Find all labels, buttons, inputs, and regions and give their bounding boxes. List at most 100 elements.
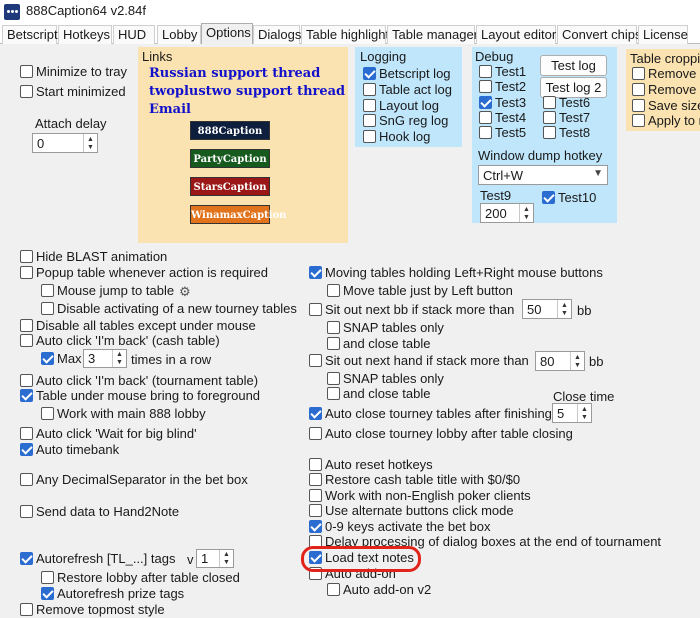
sit-out-bb-checkbox[interactable]: Sit out next bb if stack more than — [309, 303, 514, 318]
save-size-checkbox[interactable]: Save size — [632, 99, 700, 114]
test3-checkbox[interactable]: Test3 — [479, 96, 534, 111]
tab-options[interactable]: Options — [201, 23, 253, 45]
betscript-log-checkbox[interactable]: Betscript log — [363, 67, 458, 82]
snap-tables-only-2-checkbox[interactable]: SNAP tables only — [327, 372, 447, 387]
close-time-label: Close time — [553, 389, 615, 404]
alternate-buttons-checkbox[interactable]: Use alternate buttons click mode — [309, 504, 514, 519]
tab-table-highlight[interactable]: Table highlight — [301, 25, 389, 44]
debug-title: Debug — [475, 49, 514, 64]
mouse-jump-checkbox[interactable]: Mouse jump to table — [41, 284, 176, 299]
table-under-mouse-checkbox[interactable]: Table under mouse bring to foreground — [20, 389, 260, 404]
auto-im-back-cash-checkbox[interactable]: Auto click 'I'm back' (cash table) — [20, 334, 245, 349]
tab-dialogs[interactable]: Dialogs — [253, 25, 301, 44]
minimize-to-tray-checkbox[interactable]: Minimize to tray — [20, 65, 135, 80]
hook-log-checkbox[interactable]: Hook log — [363, 130, 458, 145]
starscaption-logo[interactable]: StarsCaption — [190, 177, 270, 196]
work-with-main-lobby-checkbox[interactable]: Work with main 888 lobby — [41, 407, 206, 422]
disable-all-tables-checkbox[interactable]: Disable all tables except under mouse — [20, 319, 256, 334]
max-spinner[interactable]: 3 ▲ ▼ — [83, 349, 127, 368]
links-panel: Links Russian support thread twoplustwo … — [138, 47, 348, 243]
remove-t-checkbox-1[interactable]: Remove t — [632, 67, 700, 82]
remove-t-checkbox-2[interactable]: Remove t — [632, 83, 700, 98]
max-checkbox[interactable]: Max — [41, 352, 83, 367]
close-table-2-checkbox[interactable]: and close table — [327, 387, 437, 402]
test5-checkbox[interactable]: Test5 — [479, 126, 534, 141]
autorefresh-tags-checkbox[interactable]: Autorefresh [TL_...] tags — [20, 552, 180, 567]
auto-close-tourney-lobby-checkbox[interactable]: Auto close tourney lobby after table clo… — [309, 427, 573, 442]
v-label: v — [187, 552, 194, 567]
keys-0-9-checkbox[interactable]: 0-9 keys activate the bet box — [309, 520, 490, 535]
times-in-row-label: times in a row — [131, 352, 212, 367]
sit-out-bb-spinner[interactable]: 50 ▲ ▼ — [522, 299, 572, 319]
close-time-spinner[interactable]: 5 ▲ ▼ — [552, 403, 592, 423]
sit-out-hand-checkbox[interactable]: Sit out next hand if stack more than — [309, 354, 531, 369]
tab-hotkeys[interactable]: Hotkeys — [58, 25, 112, 44]
test9-spinner[interactable]: 200 ▲ ▼ — [480, 203, 534, 223]
tab-lobby[interactable]: Lobby — [157, 25, 201, 44]
tab-license[interactable]: License — [638, 25, 688, 44]
tab-table-manager[interactable]: Table manager — [387, 25, 478, 44]
tab-bar: Betscript Hotkeys HUD Lobby Options Dial… — [0, 23, 700, 45]
russian-support-link[interactable]: Russian support thread — [149, 66, 320, 81]
restore-lobby-checkbox[interactable]: Restore lobby after table closed — [41, 571, 240, 586]
layout-log-checkbox[interactable]: Layout log — [363, 99, 458, 114]
partycaption-logo[interactable]: PartyCaption — [190, 149, 270, 168]
tab-layout-editor[interactable]: Layout editor — [476, 25, 556, 44]
gear-icon[interactable]: ⚙ — [179, 284, 191, 300]
test6-checkbox[interactable]: Test6 — [543, 96, 598, 111]
table-act-log-checkbox[interactable]: Table act log — [363, 83, 458, 98]
sng-reg-log-checkbox[interactable]: SnG reg log — [363, 114, 458, 129]
debug-panel: Debug Test1 Test2 Test3 Test4 Test5 Test… — [472, 47, 617, 223]
links-title: Links — [142, 49, 173, 64]
apply-to-checkbox[interactable]: Apply to n — [632, 114, 700, 129]
email-link[interactable]: Email — [149, 102, 191, 117]
attach-delay-label: Attach delay — [35, 116, 107, 131]
v-spinner[interactable]: 1 ▲ ▼ — [196, 549, 234, 568]
auto-close-tourney-tables-checkbox[interactable]: Auto close tourney tables after finishin… — [309, 407, 552, 422]
window-dump-hotkey-label: Window dump hotkey — [478, 148, 603, 163]
send-hand2note-checkbox[interactable]: Send data to Hand2Note — [20, 505, 180, 520]
test4-checkbox[interactable]: Test4 — [479, 111, 534, 126]
any-decimal-separator-checkbox[interactable]: Any DecimalSeparator in the bet box — [20, 473, 248, 488]
tab-convert-chips[interactable]: Convert chips — [557, 25, 641, 44]
remove-topmost-style-checkbox[interactable]: Remove topmost style — [20, 603, 170, 618]
hide-blast-checkbox[interactable]: Hide BLAST animation — [20, 250, 170, 265]
start-minimized-checkbox[interactable]: Start minimized — [20, 85, 135, 100]
test8-checkbox[interactable]: Test8 — [543, 126, 598, 141]
auto-add-on-v2-checkbox[interactable]: Auto add-on v2 — [327, 583, 437, 598]
close-table-1-checkbox[interactable]: and close table — [327, 337, 437, 352]
auto-wait-big-blind-checkbox[interactable]: Auto click 'Wait for big blind' — [20, 427, 197, 442]
logging-title: Logging — [360, 49, 407, 64]
auto-reset-hotkeys-checkbox[interactable]: Auto reset hotkeys — [309, 458, 434, 473]
888caption-logo[interactable]: 888Caption — [190, 121, 270, 140]
winamaxcaption-logo[interactable]: WinamaxCaption — [190, 205, 286, 224]
table-cropping-title: Table cropping — [630, 51, 700, 66]
popup-table-checkbox[interactable]: Popup table whenever action is required — [20, 266, 268, 281]
title-bar: 888Caption64 v2.84f — [0, 0, 700, 24]
test2-checkbox[interactable]: Test2 — [479, 80, 534, 95]
twoplustwo-support-link[interactable]: twoplustwo support thread — [149, 84, 345, 99]
test10-checkbox[interactable]: Test10 — [542, 191, 604, 206]
auto-im-back-tourn-checkbox[interactable]: Auto click 'I'm back' (tournament table) — [20, 374, 260, 389]
move-table-left-button-checkbox[interactable]: Move table just by Left button — [327, 284, 517, 299]
test9-label: Test9 — [480, 188, 512, 203]
restore-cash-title-checkbox[interactable]: Restore cash table title with $0/$0 — [309, 473, 520, 488]
auto-timebank-checkbox[interactable]: Auto timebank — [20, 443, 120, 458]
sit-out-hand-spinner[interactable]: 80 ▲ ▼ — [535, 351, 585, 371]
window-title: 888Caption64 v2.84f — [26, 3, 146, 18]
table-cropping-panel: Table cropping Remove t Remove t Save si… — [626, 49, 700, 131]
moving-tables-checkbox[interactable]: Moving tables holding Left+Right mouse b… — [309, 266, 603, 281]
disable-activating-checkbox[interactable]: Disable activating of a new tourney tabl… — [41, 302, 297, 317]
autorefresh-prize-tags-checkbox[interactable]: Autorefresh prize tags — [41, 587, 186, 602]
test7-checkbox[interactable]: Test7 — [543, 111, 598, 126]
tab-betscript[interactable]: Betscript — [2, 25, 58, 44]
snap-tables-only-1-checkbox[interactable]: SNAP tables only — [327, 321, 447, 336]
test1-checkbox[interactable]: Test1 — [479, 65, 534, 80]
non-english-clients-checkbox[interactable]: Work with non-English poker clients — [309, 489, 531, 504]
window-dump-hotkey-select[interactable]: Ctrl+W ▼ — [478, 165, 608, 185]
tab-hud[interactable]: HUD — [113, 25, 155, 44]
chevron-down-icon: ▼ — [593, 168, 603, 179]
attach-delay-spinner[interactable]: 0 ▲ ▼ — [32, 133, 98, 153]
app-icon — [4, 4, 20, 20]
test-log-button[interactable]: Test log — [540, 55, 607, 76]
